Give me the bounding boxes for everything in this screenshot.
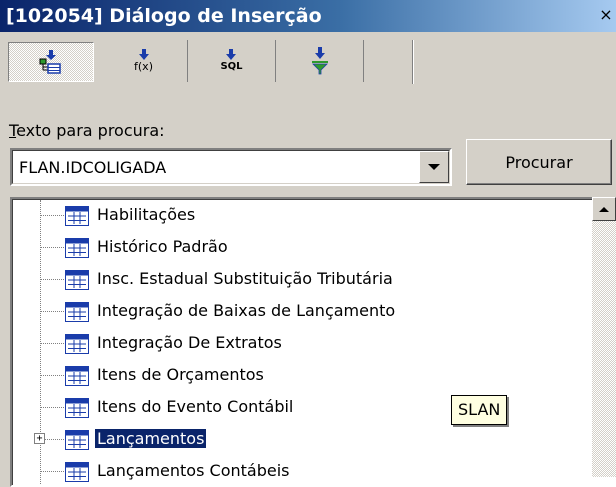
search-label: Texto para procura: xyxy=(9,121,165,140)
table-icon xyxy=(65,430,89,450)
window-title: [102054] Diálogo de Inserção xyxy=(6,5,322,27)
tree-item-label[interactable]: Histórico Padrão xyxy=(97,237,228,256)
tree-connector xyxy=(40,311,66,312)
close-icon[interactable]: × xyxy=(598,6,614,24)
tree-item-label[interactable]: Habilitações xyxy=(97,205,195,224)
tables-tree-button[interactable] xyxy=(8,42,94,82)
function-icon: f(x) xyxy=(134,49,153,73)
tree-connector xyxy=(40,215,66,216)
expand-icon[interactable]: + xyxy=(34,433,45,444)
search-button[interactable]: Procurar xyxy=(466,139,612,185)
table-icon xyxy=(65,270,89,290)
scroll-up-button[interactable] xyxy=(592,197,616,221)
tree-connector xyxy=(40,279,66,280)
combobox-dropdown-button[interactable] xyxy=(419,151,449,183)
title-bar[interactable]: [102054] Diálogo de Inserção × xyxy=(0,0,616,32)
search-combobox[interactable]: FLAN.IDCOLIGADA xyxy=(10,148,452,186)
toolbar: f(x) SQL xyxy=(0,34,616,96)
tree-view-content: Habilitações Histórico Padrão Insc. Estadu… xyxy=(12,199,614,485)
tree-item-label[interactable]: Integração de Baixas de Lançamento xyxy=(97,301,395,320)
filter-button[interactable] xyxy=(276,40,364,82)
tree-connector xyxy=(40,343,66,344)
search-label-text: exto para procura: xyxy=(16,121,165,140)
function-button[interactable]: f(x) xyxy=(100,40,188,82)
table-icon xyxy=(65,398,89,418)
chevron-down-icon xyxy=(428,164,440,170)
table-icon xyxy=(65,238,89,258)
tree-item[interactable]: Insc. Estadual Substituição Tributária xyxy=(13,264,573,296)
tree-connector xyxy=(40,375,66,376)
tree-item-label[interactable]: Lançamentos Contábeis xyxy=(97,461,289,480)
sql-button[interactable]: SQL xyxy=(188,40,276,82)
tree-connector xyxy=(40,471,66,472)
table-tree-icon xyxy=(37,49,65,75)
tree-item[interactable]: Habilitações xyxy=(13,200,573,232)
tree-connector xyxy=(40,407,66,408)
tree-item[interactable]: + Lançamentos xyxy=(13,424,573,456)
filter-icon xyxy=(310,47,330,75)
sql-icon: SQL xyxy=(220,49,243,73)
tree-item-label[interactable]: Lançamentos xyxy=(93,428,208,449)
tree-item[interactable]: Histórico Padrão xyxy=(13,232,573,264)
tooltip: SLAN xyxy=(451,395,508,425)
search-input[interactable]: FLAN.IDCOLIGADA xyxy=(19,158,166,177)
table-icon xyxy=(65,206,89,226)
tree-item[interactable]: Integração De Extratos xyxy=(13,328,573,360)
table-tree-view[interactable]: Habilitações Histórico Padrão Insc. Estadu… xyxy=(10,197,616,487)
tree-item-label[interactable]: Itens do Evento Contábil xyxy=(97,397,293,416)
search-label-accelerator: T xyxy=(9,121,17,140)
search-combobox-frame: FLAN.IDCOLIGADA xyxy=(12,150,450,184)
table-icon xyxy=(65,334,89,354)
sql-caption: SQL xyxy=(220,61,243,72)
tree-item[interactable]: Itens de Orçamentos xyxy=(13,360,573,392)
table-icon xyxy=(65,366,89,386)
arrow-up-icon xyxy=(599,206,609,212)
tree-item-label[interactable]: Insc. Estadual Substituição Tributária xyxy=(97,269,393,288)
toolbar-separator xyxy=(412,40,414,84)
tree-item[interactable]: Integração de Baixas de Lançamento xyxy=(13,296,573,328)
tree-item-label[interactable]: Itens de Orçamentos xyxy=(97,365,264,384)
table-icon xyxy=(65,302,89,322)
tree-item-label[interactable]: Integração De Extratos xyxy=(97,333,282,352)
function-caption: f(x) xyxy=(134,60,153,73)
table-icon xyxy=(65,462,89,482)
vertical-scrollbar[interactable] xyxy=(592,197,616,477)
tree-connector xyxy=(40,247,66,248)
tree-item[interactable]: Lançamentos Contábeis xyxy=(13,456,573,485)
